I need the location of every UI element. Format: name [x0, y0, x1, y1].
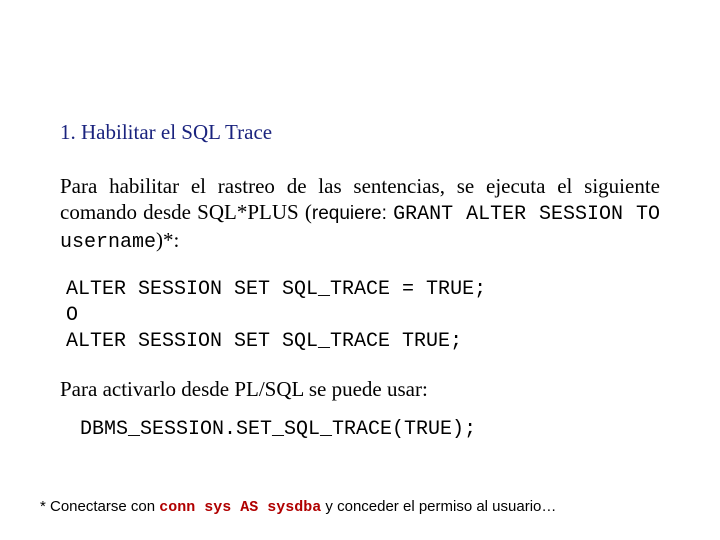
- code-block-1: ALTER SESSION SET SQL_TRACE = TRUE; O AL…: [66, 277, 660, 355]
- footnote-text-a: * Conectarse con: [40, 498, 159, 515]
- code1-line1: ALTER SESSION SET SQL_TRACE = TRUE;: [66, 278, 486, 301]
- code1-line2: O: [66, 304, 78, 327]
- section-heading: 1. Habilitar el SQL Trace: [60, 120, 660, 145]
- intro-text-b: )*:: [156, 228, 179, 252]
- footnote-command: conn sys AS sysdba: [159, 499, 321, 516]
- footnote: * Conectarse con conn sys AS sysdba y co…: [40, 498, 700, 516]
- intro-paragraph: Para habilitar el rastreo de las sentenc…: [60, 173, 660, 255]
- code-block-2: DBMS_SESSION.SET_SQL_TRACE(TRUE);: [80, 418, 660, 441]
- code1-line3: ALTER SESSION SET SQL_TRACE TRUE;: [66, 330, 462, 353]
- plsql-paragraph: Para activarlo desde PL/SQL se puede usa…: [60, 377, 660, 402]
- footnote-text-b: y conceder el permiso al usuario…: [321, 498, 556, 515]
- intro-requiere: requiere:: [312, 203, 393, 224]
